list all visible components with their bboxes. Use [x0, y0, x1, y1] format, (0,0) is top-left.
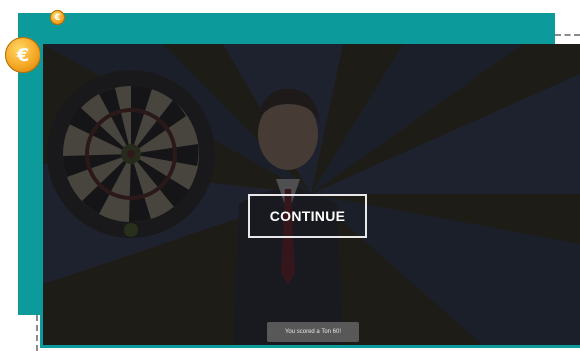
coin-small-icon: € [50, 10, 65, 25]
dashed-guide-horizontal [555, 34, 580, 36]
dashed-guide-vertical [36, 315, 38, 351]
page: € € CONTINUE You scored a Ton 60! [0, 0, 580, 351]
game-frame: CONTINUE You scored a Ton 60! [40, 44, 580, 348]
score-message: You scored a Ton 60! [267, 322, 359, 342]
coin-small-symbol: € [54, 12, 61, 23]
continue-button[interactable]: CONTINUE [248, 194, 367, 238]
game-screen[interactable]: CONTINUE You scored a Ton 60! [43, 44, 580, 345]
coin-large-icon: € [5, 37, 41, 73]
coin-large-symbol: € [16, 44, 30, 66]
